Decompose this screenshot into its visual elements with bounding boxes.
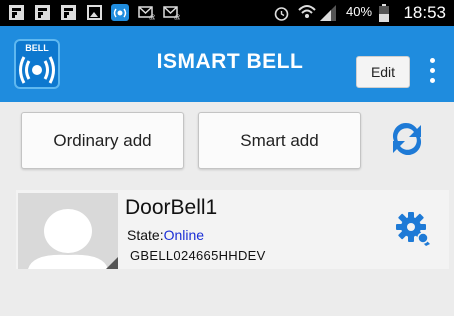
flipboard-icon [35, 5, 50, 20]
status-time: 18:53 [403, 3, 446, 22]
device-list-item[interactable]: DoorBell1 State:Online GBELL024665HHDEV [16, 190, 449, 269]
status-bar: @ @ 40% 18:53 [0, 0, 454, 26]
device-state: State:Online [127, 227, 204, 243]
svg-text:@: @ [174, 15, 180, 20]
device-state-value: Online [163, 227, 205, 243]
flipboard-icon [61, 5, 76, 20]
ordinary-add-button[interactable]: Ordinary add [21, 112, 184, 169]
device-id: GBELL024665HHDEV [130, 248, 266, 263]
bell-app-icon [111, 4, 129, 21]
device-name: DoorBell1 [125, 196, 218, 219]
device-state-label: State: [127, 227, 164, 243]
alarm-icon [273, 5, 290, 21]
wifi-icon [297, 3, 317, 21]
smart-add-button[interactable]: Smart add [198, 112, 361, 169]
signal-icon [320, 5, 336, 21]
svg-text:@: @ [149, 15, 155, 20]
overflow-menu-icon[interactable] [430, 58, 436, 88]
gallery-icon [87, 5, 102, 20]
flipboard-icon [9, 5, 24, 20]
email-icon: @ [163, 5, 181, 22]
battery-percent: 40% [346, 4, 373, 19]
bell-signal-icon [19, 56, 55, 84]
app-bar: BELL ISMART BELL Edit [0, 26, 454, 102]
email-icon: @ [138, 5, 156, 22]
page-title: ISMART BELL [156, 50, 304, 73]
refresh-icon[interactable] [387, 119, 427, 159]
device-avatar [18, 193, 118, 269]
device-settings-gear-icon[interactable] [394, 210, 434, 250]
battery-icon [379, 4, 389, 22]
edit-button[interactable]: Edit [356, 56, 410, 88]
app-logo[interactable]: BELL [14, 39, 60, 89]
